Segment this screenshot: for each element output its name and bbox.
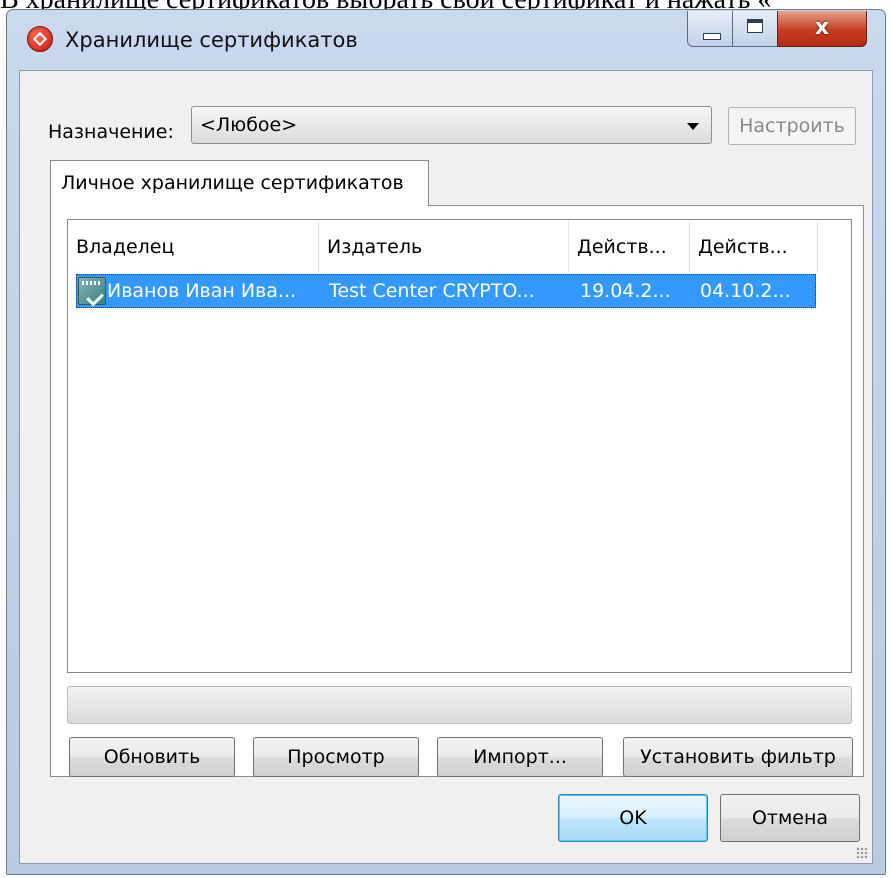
table-row[interactable]: Иванов Иван Ива... Test Center CRYPTO...… [76, 274, 816, 308]
column-header-issuer[interactable]: Издатель [319, 220, 569, 272]
column-header-label: Действ... [577, 236, 667, 258]
column-header-label: Издатель [327, 236, 423, 258]
dialog-body: Назначение: <Любое> Настроить Личное хра… [19, 70, 873, 864]
column-header-valid-to[interactable]: Действ... [690, 220, 818, 272]
certificate-list[interactable]: Владелец Издатель Действ... Действ... Ив… [67, 219, 852, 673]
maximize-icon [747, 19, 763, 33]
purpose-select-value: <Любое> [200, 114, 298, 136]
purpose-select[interactable]: <Любое> [191, 106, 712, 144]
minimize-icon [703, 33, 721, 40]
window-title: Хранилище сертификатов [65, 28, 358, 52]
column-header-valid-from[interactable]: Действ... [569, 220, 690, 272]
configure-button[interactable]: Настроить [728, 107, 856, 145]
close-button[interactable]: x [777, 11, 867, 47]
close-icon: x [814, 15, 830, 40]
certificate-icon [78, 277, 106, 305]
tab-personal-store[interactable]: Личное хранилище сертификатов [50, 160, 429, 206]
certificate-store-window: Хранилище сертификатов x Назначение: <Лю… [6, 9, 886, 875]
maximize-button[interactable] [732, 11, 778, 47]
tab-panel: Владелец Издатель Действ... Действ... Ив… [50, 205, 864, 777]
column-header-owner[interactable]: Владелец [68, 220, 319, 272]
column-header-label: Владелец [76, 236, 175, 258]
crypto-app-icon [27, 26, 53, 52]
resize-grip-icon[interactable] [856, 847, 868, 859]
cell-owner: Иванов Иван Ива... [107, 280, 297, 302]
tab-label: Личное хранилище сертификатов [61, 172, 404, 194]
title-bar[interactable]: Хранилище сертификатов x [7, 10, 885, 68]
cell-valid-to: 04.10.2... [700, 280, 791, 302]
cell-valid-from: 19.04.2... [580, 280, 671, 302]
view-button[interactable]: Просмотр [253, 737, 419, 777]
cancel-button[interactable]: Отмена [720, 794, 860, 842]
cell-issuer: Test Center CRYPTO... [329, 280, 535, 302]
refresh-button[interactable]: Обновить [69, 737, 235, 777]
horizontal-scrollbar[interactable] [67, 686, 852, 724]
purpose-label: Назначение: [48, 121, 174, 143]
chevron-down-icon [687, 123, 699, 130]
import-button[interactable]: Импорт... [437, 737, 603, 777]
ok-button[interactable]: OK [558, 794, 708, 842]
minimize-button[interactable] [687, 11, 733, 47]
column-header-label: Действ... [698, 236, 788, 258]
set-filter-button[interactable]: Установить фильтр [623, 737, 853, 777]
list-header: Владелец Издатель Действ... Действ... [68, 220, 851, 272]
